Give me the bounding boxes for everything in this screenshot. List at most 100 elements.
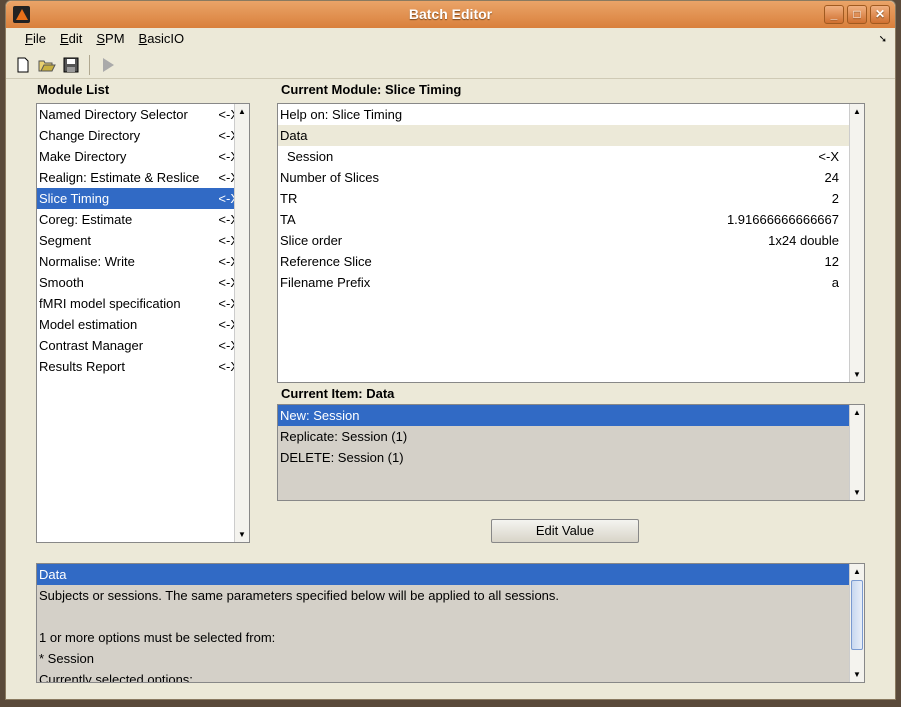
module-name: fMRI model specification: [39, 296, 181, 311]
module-list-item[interactable]: Results Report <-X: [37, 356, 249, 377]
title-bar: Batch Editor _ □ ✕: [6, 1, 895, 28]
module-parameter-row[interactable]: Filename Prefix a: [278, 272, 849, 293]
menu-overflow-icon[interactable]: ➘: [879, 34, 887, 45]
current-item-option[interactable]: DELETE: Session (1): [278, 447, 849, 468]
parameter-name: Data: [280, 128, 308, 143]
module-parameter-row[interactable]: Reference Slice 12: [278, 251, 849, 272]
parameter-name: TR: [280, 191, 298, 206]
help-line: Subjects or sessions. The same parameter…: [39, 588, 560, 603]
module-name: Make Directory: [39, 149, 127, 164]
module-parameter-row[interactable]: Number of Slices 24: [278, 167, 849, 188]
scroll-down-icon[interactable]: ▼: [850, 367, 864, 382]
module-list-label: Module List: [37, 82, 110, 97]
module-name: Normalise: Write: [39, 254, 135, 269]
menu-label: asicIO: [147, 31, 185, 46]
parameter-name: Filename Prefix: [280, 275, 371, 290]
help-line: Data: [37, 564, 849, 585]
menu-file[interactable]: File: [18, 28, 53, 50]
current-item-scrollbar[interactable]: ▲ ▼: [849, 405, 864, 500]
scroll-up-icon[interactable]: ▲: [235, 104, 249, 119]
module-list-item[interactable]: Segment <-X: [37, 230, 249, 251]
module-parameter-row[interactable]: Slice order 1x24 double: [278, 230, 849, 251]
module-name: Realign: Estimate & Reslice: [39, 170, 200, 185]
parameter-name: Reference Slice: [280, 254, 372, 269]
minimize-button[interactable]: _: [824, 5, 844, 24]
current-module-label: Current Module: Slice Timing: [281, 82, 462, 97]
module-parameter-row[interactable]: Help on: Slice Timing: [278, 104, 849, 125]
window-title: Batch Editor: [408, 6, 493, 22]
module-name: Contrast Manager: [39, 338, 144, 353]
module-parameter-row[interactable]: TR 2: [278, 188, 849, 209]
module-name: Named Directory Selector: [39, 107, 188, 122]
menu-label: dit: [68, 31, 83, 46]
module-list-item[interactable]: Slice Timing <-X: [37, 188, 249, 209]
parameter-value: 12: [824, 254, 839, 269]
new-file-icon[interactable]: [14, 56, 32, 74]
toolbar: [6, 52, 895, 79]
module-list-item[interactable]: Make Directory <-X: [37, 146, 249, 167]
parameter-value: <-X: [818, 149, 839, 164]
menu-label: PM: [105, 31, 125, 46]
parameter-name: Slice order: [280, 233, 343, 248]
parameter-value: a: [831, 275, 839, 290]
parameter-name: Session: [287, 149, 334, 164]
menu-edit[interactable]: Edit: [53, 28, 89, 50]
parameter-value: 24: [824, 170, 839, 185]
current-item-list[interactable]: New: Session Replicate: Session (1) DELETE…: [277, 404, 865, 501]
menu-label: ile: [32, 31, 46, 46]
module-list-item[interactable]: Coreg: Estimate <-X: [37, 209, 249, 230]
module-parameter-row[interactable]: Data: [278, 125, 849, 146]
module-list-item[interactable]: Realign: Estimate & Reslice <-X: [37, 167, 249, 188]
scrollbar-thumb[interactable]: [851, 580, 863, 650]
module-list-item[interactable]: Named Directory Selector <-X: [37, 104, 249, 125]
module-name: Results Report: [39, 359, 125, 374]
scroll-up-icon[interactable]: ▲: [850, 405, 864, 420]
parameter-value: 1.91666666666667: [726, 212, 839, 227]
menu-mnemonic: F: [25, 31, 33, 46]
menu-spm[interactable]: SPM: [89, 28, 131, 50]
menu-mnemonic: S: [96, 31, 106, 46]
help-line: 1 or more options must be selected from:: [39, 630, 276, 645]
save-icon[interactable]: [62, 56, 80, 74]
batch-editor-window: Batch Editor _ □ ✕ File Edit SPM BasicIO ➘ …: [5, 0, 896, 700]
help-scrollbar[interactable]: ▲ ▼: [849, 564, 864, 682]
module-list-item[interactable]: Contrast Manager <-X: [37, 335, 249, 356]
module-list-scrollbar[interactable]: ▲ ▼: [234, 104, 249, 542]
run-icon[interactable]: [99, 56, 117, 74]
module-name: Model estimation: [39, 317, 138, 332]
toolbar-separator: [89, 55, 90, 75]
current-module-scrollbar[interactable]: ▲ ▼: [849, 104, 864, 382]
current-item-option[interactable]: Replicate: Session (1): [278, 426, 849, 447]
module-name: Segment: [39, 233, 92, 248]
module-name: Coreg: Estimate: [39, 212, 133, 227]
parameter-value: 1x24 double: [768, 233, 839, 248]
current-item-option[interactable]: New: Session: [278, 405, 849, 426]
module-list-item[interactable]: Change Directory <-X: [37, 125, 249, 146]
module-list[interactable]: Named Directory Selector <-X Change Direct…: [36, 103, 250, 543]
module-list-item[interactable]: fMRI model specification <-X: [37, 293, 249, 314]
scroll-down-icon[interactable]: ▼: [235, 527, 249, 542]
menu-bar: File Edit SPM BasicIO: [6, 28, 895, 50]
scroll-down-icon[interactable]: ▼: [850, 667, 864, 682]
module-name: Slice Timing: [39, 191, 110, 206]
module-parameter-row[interactable]: Session <-X: [278, 146, 849, 167]
parameter-name: TA: [280, 212, 296, 227]
scroll-up-icon[interactable]: ▲: [850, 564, 864, 579]
parameter-name: Help on: Slice Timing: [280, 107, 403, 122]
matlab-icon: [13, 6, 30, 23]
edit-value-button[interactable]: Edit Value: [491, 519, 639, 543]
close-button[interactable]: ✕: [870, 5, 890, 24]
help-text-box[interactable]: Data Subjects or sessions. The same param…: [36, 563, 865, 683]
maximize-button[interactable]: □: [847, 5, 867, 24]
current-module-list[interactable]: Help on: Slice Timing Data Session <-X Numb…: [277, 103, 865, 383]
module-list-item[interactable]: Model estimation <-X: [37, 314, 249, 335]
module-parameter-row[interactable]: TA 1.91666666666667: [278, 209, 849, 230]
scroll-up-icon[interactable]: ▲: [850, 104, 864, 119]
parameter-name: Number of Slices: [280, 170, 379, 185]
menu-basicio[interactable]: BasicIO: [132, 28, 192, 50]
help-line: * Session: [39, 651, 94, 666]
open-folder-icon[interactable]: [38, 56, 56, 74]
module-list-item[interactable]: Smooth <-X: [37, 272, 249, 293]
scroll-down-icon[interactable]: ▼: [850, 485, 864, 500]
module-list-item[interactable]: Normalise: Write <-X: [37, 251, 249, 272]
